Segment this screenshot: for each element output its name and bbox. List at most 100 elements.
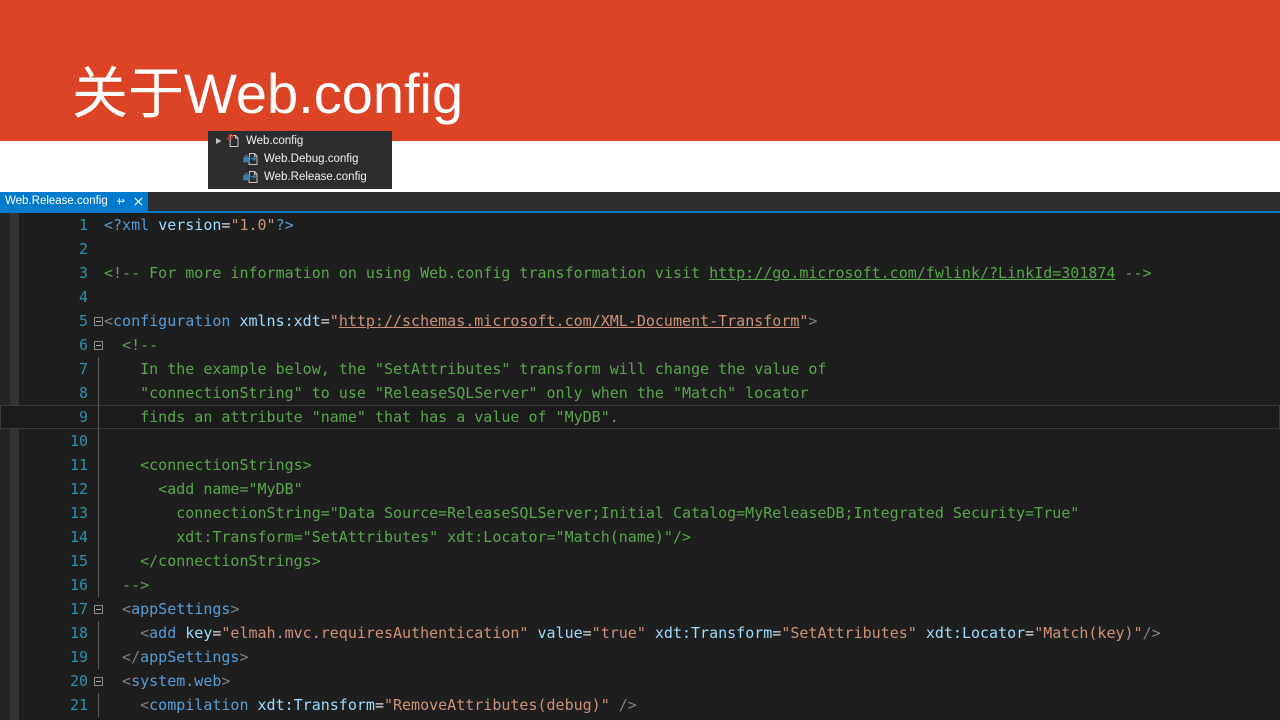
code-token[interactable]: http://go.microsoft.com/fwlink/?LinkId=3… [709, 264, 1115, 282]
code-token: = [1025, 624, 1035, 642]
code-text: </appSettings> [104, 645, 249, 669]
code-line[interactable]: 12 <add name="MyDB" [0, 477, 1280, 501]
code-text: <compilation xdt:Transform="RemoveAttrib… [104, 693, 637, 717]
code-line[interactable]: 17 <appSettings> [0, 597, 1280, 621]
code-token: < [104, 600, 132, 618]
code-line[interactable]: 11 <connectionStrings> [0, 453, 1280, 477]
line-number: 7 [78, 360, 88, 378]
code-token: xdt:Locator [925, 624, 1026, 642]
line-number: 17 [69, 600, 88, 618]
code-token: "elmah.mvc.requiresAuthentication" [221, 624, 529, 642]
code-text: connectionString="Data Source=ReleaseSQL… [104, 501, 1079, 525]
code-line[interactable]: 14 xdt:Transform="SetAttributes" xdt:Loc… [0, 525, 1280, 549]
code-token: <add name="MyDB" [104, 480, 303, 498]
code-line[interactable]: 18 <add key = "elmah.mvc.requiresAuthentic… [0, 621, 1280, 645]
code-token: < [104, 696, 150, 714]
code-text: <system.web> [104, 669, 230, 693]
expander-icon[interactable] [213, 132, 225, 150]
code-line[interactable]: 7 In the example below, the "SetAttribut… [0, 357, 1280, 381]
pin-icon[interactable] [115, 196, 126, 207]
code-token: < [104, 624, 150, 642]
code-token: value [537, 624, 583, 642]
slide-root: 关于Web.config Web.config Web.Debug.config W… [0, 0, 1280, 720]
tree-item-label: Web.config [246, 135, 304, 147]
fold-guide-line [98, 549, 99, 573]
code-line-list: 1 <?xml version="1.0"?> 2 3 <!-- For more in… [0, 213, 1280, 720]
tree-item-label: Web.Debug.config [264, 153, 359, 165]
code-line[interactable]: 5 <configuration xmlns:xdt="http://schema… [0, 309, 1280, 333]
fold-guide-line [98, 645, 99, 669]
code-token: = [582, 624, 592, 642]
line-number: 20 [69, 672, 88, 690]
code-line[interactable]: 13 connectionString="Data Source=Release… [0, 501, 1280, 525]
line-number: 4 [78, 288, 88, 306]
code-line[interactable]: 21 <compilation xdt:Transform="RemoveAtt… [0, 693, 1280, 717]
code-line[interactable]: 3 <!-- For more information on using Web.… [0, 261, 1280, 285]
tree-item-web-release-config[interactable]: Web.Release.config [209, 168, 391, 186]
code-token: > [808, 312, 818, 330]
fold-guide-line [98, 381, 99, 405]
line-number: 12 [69, 480, 88, 498]
code-token: < [104, 312, 114, 330]
tab-web-release-config[interactable]: Web.Release.config [0, 192, 148, 211]
code-token: = [374, 696, 384, 714]
tree-item-label: Web.Release.config [264, 171, 367, 183]
code-text: <add name="MyDB" [104, 477, 303, 501]
code-token: /> [1142, 624, 1161, 642]
code-token: compilation [149, 696, 249, 714]
code-editor[interactable]: 1 <?xml version="1.0"?> 2 3 <!-- For more in… [0, 213, 1280, 720]
code-token: --> [104, 576, 150, 594]
code-line[interactable]: 15 </connectionStrings> [0, 549, 1280, 573]
page-title: 关于Web.config [72, 62, 464, 125]
code-line[interactable]: 19 </appSettings> [0, 645, 1280, 669]
code-token: = [772, 624, 782, 642]
code-token: finds an attribute "name" that has a val… [104, 408, 619, 426]
code-token: appSettings [131, 600, 231, 618]
code-token: "Match(key)" [1034, 624, 1143, 642]
transform-file-icon [243, 151, 261, 167]
code-token: <!-- [104, 336, 159, 354]
close-icon[interactable] [133, 196, 144, 207]
transform-file-icon [243, 169, 261, 185]
line-number: 10 [69, 432, 88, 450]
code-line[interactable]: 9 finds an attribute "name" that has a v… [0, 405, 1280, 429]
code-token: appSettings [140, 648, 240, 666]
code-text: <!-- [104, 333, 158, 357]
fold-guide-line [98, 453, 99, 477]
slide-header-band: 关于Web.config [0, 0, 1280, 141]
code-token: "true" [591, 624, 646, 642]
code-line[interactable]: 8 "connectionString" to use "ReleaseSQLS… [0, 381, 1280, 405]
tree-item-web-debug-config[interactable]: Web.Debug.config [209, 150, 391, 168]
code-line[interactable]: 4 [0, 285, 1280, 309]
code-token: > [221, 672, 231, 690]
code-token: system.web [131, 672, 222, 690]
code-line[interactable]: 2 [0, 237, 1280, 261]
code-token: < [104, 672, 132, 690]
line-number: 8 [78, 384, 88, 402]
code-token: </connectionStrings> [104, 552, 321, 570]
fold-guide-line [98, 621, 99, 645]
code-line[interactable]: 16 --> [0, 573, 1280, 597]
slide-white-band [0, 141, 1280, 192]
code-token: > [239, 648, 249, 666]
code-line[interactable]: 1 <?xml version="1.0"?> [0, 213, 1280, 237]
code-token[interactable]: http://schemas.microsoft.com/XML-Documen… [339, 312, 800, 330]
fold-guide-line [98, 693, 99, 717]
tree-item-web-config[interactable]: Web.config [209, 132, 391, 150]
code-line[interactable]: 10 [0, 429, 1280, 453]
code-text: finds an attribute "name" that has a val… [104, 405, 619, 429]
line-number: 11 [69, 456, 88, 474]
code-token: <!-- For more information on using Web.c… [104, 264, 710, 282]
code-text: <configuration xmlns:xdt="http://schemas… [104, 309, 817, 333]
code-line[interactable]: 20 <system.web> [0, 669, 1280, 693]
config-file-icon [225, 133, 243, 149]
code-text: <appSettings> [104, 597, 239, 621]
code-line[interactable]: 6 <!-- [0, 333, 1280, 357]
code-token: xmlns:xdt [239, 312, 321, 330]
code-token: add [149, 624, 177, 642]
code-token: In the example below, the "SetAttributes… [104, 360, 827, 378]
code-text: --> [104, 573, 149, 597]
